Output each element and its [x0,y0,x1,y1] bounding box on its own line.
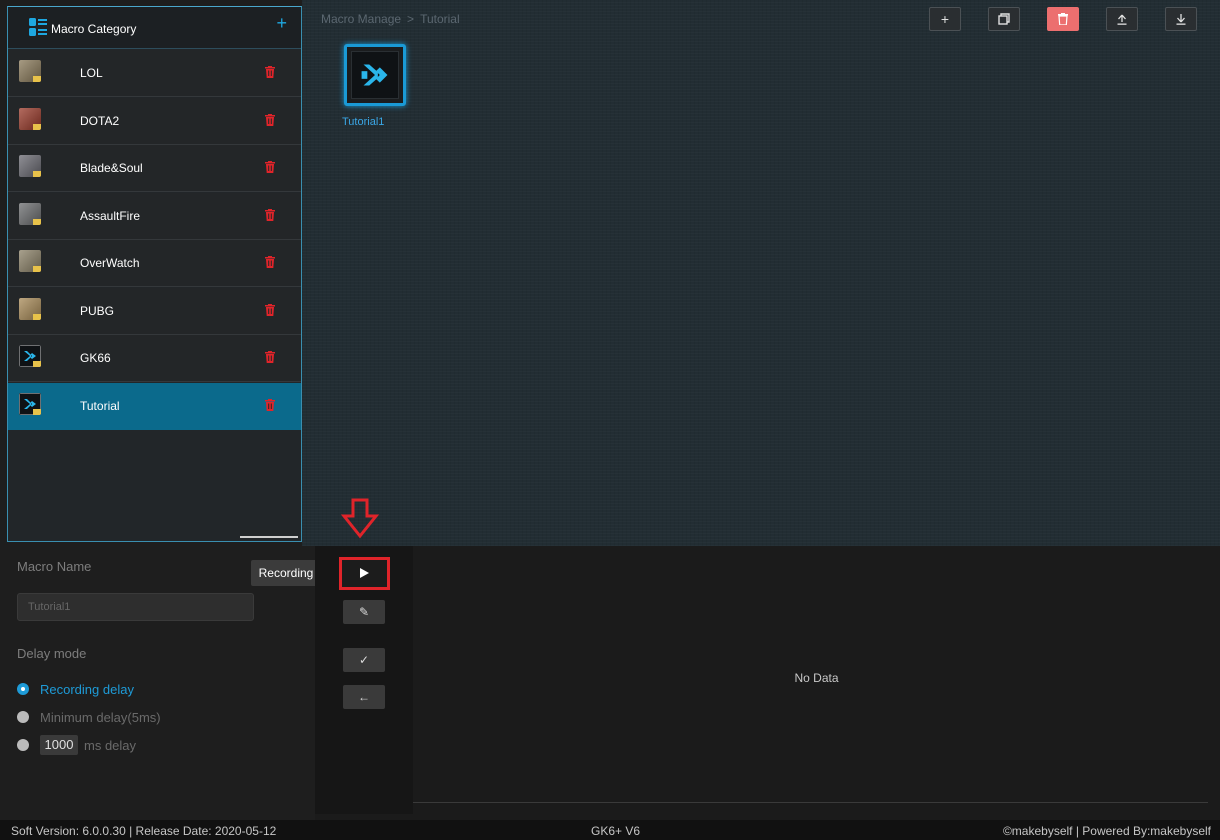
delay-option-fixed[interactable]: 1000 ms delay [17,735,137,755]
macro-logo-icon [361,64,388,86]
radio-icon[interactable] [17,711,29,723]
empty-state-text: No Data [794,671,839,685]
category-item-lol[interactable]: LOL [8,50,301,97]
delete-category-trash-icon[interactable] [265,303,275,316]
category-item-blade-soul[interactable]: Blade&Soul [8,145,301,192]
folder-badge-icon [33,171,41,177]
version-info: Soft Version: 6.0.0.30 | Release Date: 2… [11,824,277,838]
radio-selected-icon[interactable] [17,683,29,695]
macro-file-tile [344,44,406,106]
category-label: PUBG [80,303,115,318]
folder-badge-icon [33,313,41,320]
category-item-dota2[interactable]: DOTA2 [8,97,301,145]
category-label: LOL [80,66,103,80]
edit-button[interactable]: ✎ [343,600,385,624]
pubg-thumbnail-icon [19,297,41,320]
category-list-icon [29,18,47,36]
back-button[interactable]: ← [343,685,385,709]
upload-icon [1117,14,1127,25]
copy-icon [998,13,1010,25]
new-macro-button[interactable]: + [929,7,961,31]
delay-option-label: ms delay [84,737,137,753]
category-item-overwatch[interactable]: OverWatch [8,240,301,287]
delete-category-trash-icon[interactable] [265,398,275,411]
category-label: AssaultFire [80,208,141,223]
macro-editor-panel: Macro Name Delay mode Recording delay Mi… [0,546,1220,820]
folder-badge-icon [33,76,41,82]
category-item-tutorial[interactable]: Tutorial [8,382,301,430]
delete-category-trash-icon[interactable] [265,208,275,221]
category-scrollbar[interactable] [240,536,298,538]
delay-option-label: Recording delay [40,681,134,697]
copy-macro-button[interactable] [988,7,1020,31]
delay-ms-input[interactable]: 1000 [40,735,78,755]
folder-badge-icon [33,218,41,225]
import-button[interactable] [1106,7,1138,31]
folder-badge-icon [33,408,41,415]
arrow-left-icon: ← [358,690,370,704]
pencil-icon: ✎ [358,605,370,619]
delay-mode-label: Delay mode [17,646,87,661]
record-button[interactable] [339,557,390,590]
category-item-gk66[interactable]: GK66 [8,335,301,382]
delay-option-recording[interactable]: Recording delay [17,680,134,698]
check-icon: ✓ [358,653,370,667]
delete-category-trash-icon[interactable] [265,66,275,78]
radio-icon[interactable] [17,739,29,751]
gk66-thumbnail-icon [19,345,41,367]
category-item-assaultfire[interactable]: AssaultFire [8,192,301,240]
device-model: GK6+ V6 [591,824,641,838]
add-category-button[interactable]: + [276,13,287,34]
category-label: DOTA2 [80,113,120,128]
category-label: Tutorial [80,398,120,413]
plus-icon: + [940,11,950,27]
recording-tooltip: Recording [251,560,327,586]
play-icon [360,568,369,578]
download-icon [1176,14,1186,25]
macro-file-name: Tutorial1 [342,116,385,128]
delay-option-minimum[interactable]: Minimum delay(5ms) [17,708,161,726]
export-button[interactable] [1165,7,1197,31]
macro-file-tutorial1[interactable]: Tutorial1 [342,42,408,128]
macro-category-panel: Macro Category + LOL DOTA2 Blade&Soul Assau… [7,6,302,542]
delete-macro-button[interactable] [1047,7,1079,31]
dota2-thumbnail-icon [19,107,41,130]
blade-and-soul-thumbnail-icon [19,155,41,177]
delete-category-trash-icon[interactable] [265,161,275,173]
macro-category-title: Macro Category [51,22,137,36]
folder-badge-icon [33,361,41,367]
down-arrow-annotation-icon [340,498,380,539]
category-label: Blade&Soul [80,161,143,175]
breadcrumb-root[interactable]: Macro Manage [321,12,401,26]
tutorial-thumbnail-icon [19,392,41,415]
macro-file-area: Macro Manage > Tutorial + Tutorial1 [302,0,1220,546]
assaultfire-thumbnail-icon [19,202,41,225]
record-controls: ✎ ✓ ← [315,546,413,814]
breadcrumb-separator: > [407,12,415,26]
folder-badge-icon [33,266,41,272]
macro-name-input[interactable] [17,593,254,621]
folder-badge-icon [33,123,41,130]
macro-properties: Macro Name Delay mode Recording delay Mi… [0,546,315,820]
delete-category-trash-icon[interactable] [265,351,275,363]
category-label: OverWatch [80,256,140,270]
macro-name-label: Macro Name [17,559,92,574]
copyright: ©makebyself | Powered By:makebyself [1002,824,1211,838]
macro-events-list: No Data [413,546,1220,814]
delay-option-label: Minimum delay(5ms) [40,709,161,725]
delete-category-trash-icon[interactable] [265,113,275,126]
category-label: GK66 [80,351,111,365]
confirm-button[interactable]: ✓ [343,648,385,672]
lol-thumbnail-icon [19,60,41,82]
breadcrumb: Macro Manage > Tutorial [321,12,460,26]
macro-category-header: Macro Category + [8,7,301,49]
category-item-pubg[interactable]: PUBG [8,287,301,335]
delete-category-trash-icon[interactable] [265,256,275,268]
trash-icon [1058,13,1068,26]
overwatch-thumbnail-icon [19,250,41,272]
breadcrumb-current: Tutorial [420,12,460,26]
status-bar: Soft Version: 6.0.0.30 | Release Date: 2… [0,820,1220,840]
divider [413,802,1208,803]
